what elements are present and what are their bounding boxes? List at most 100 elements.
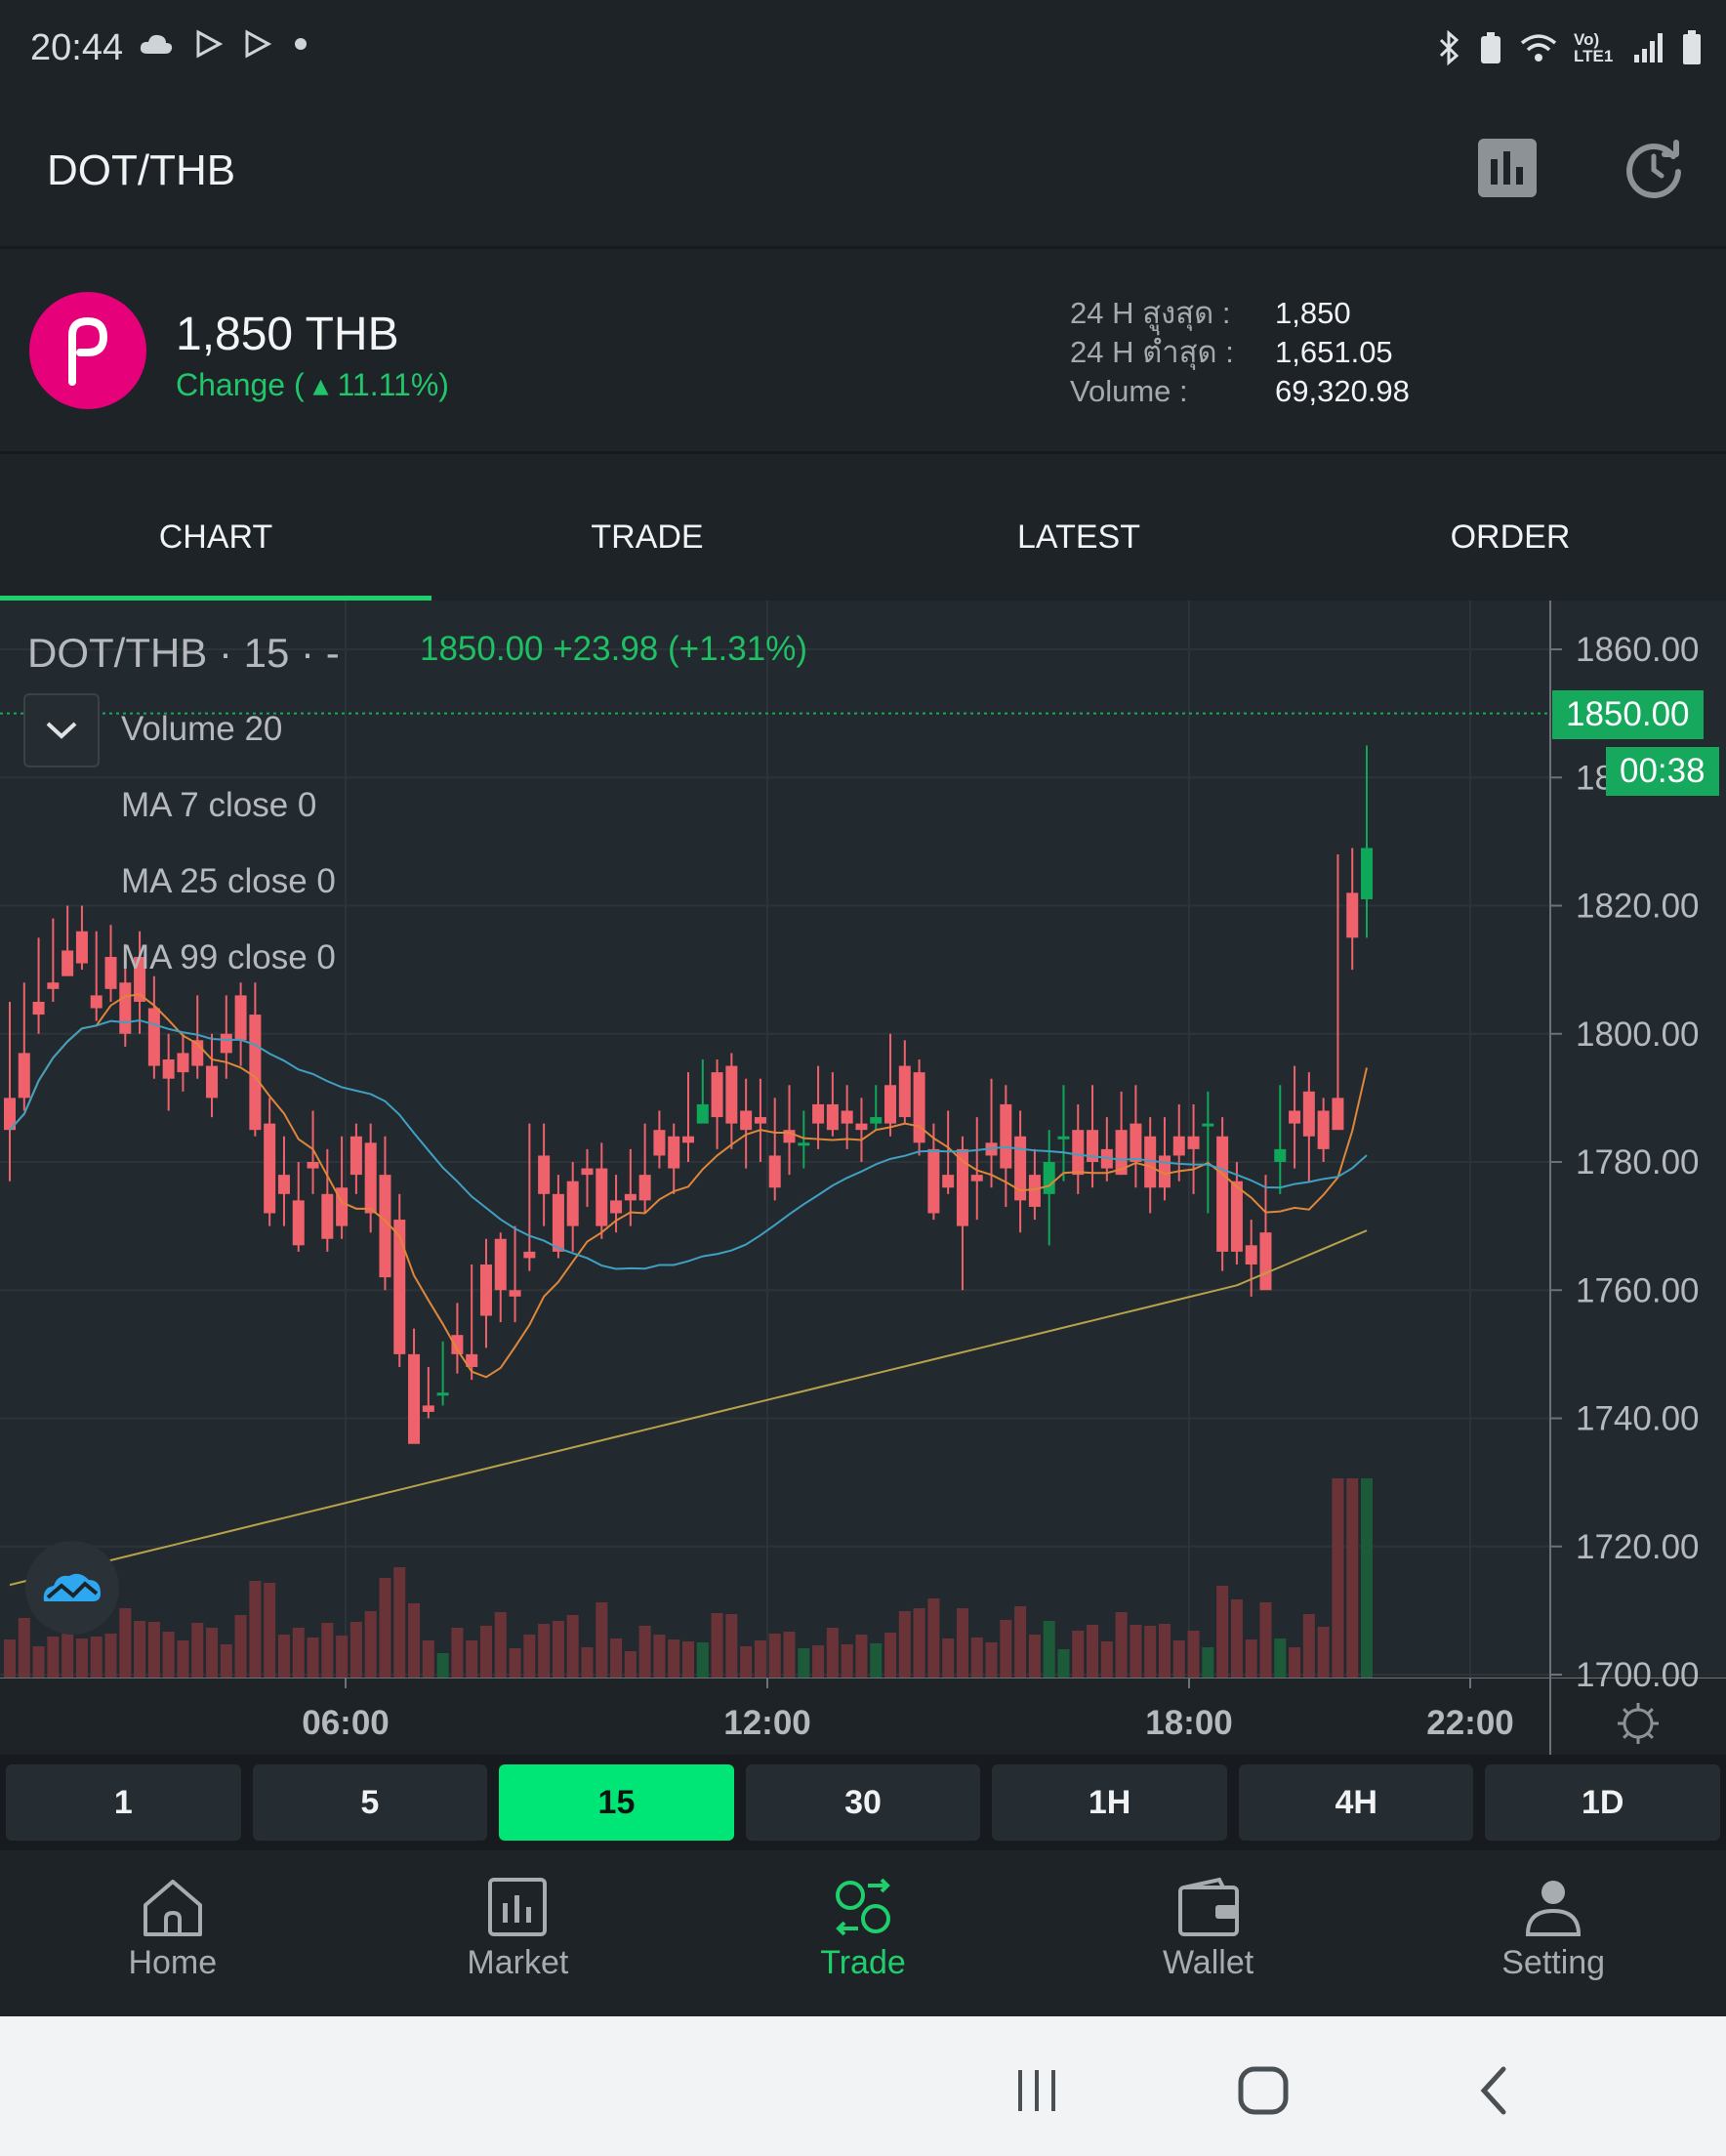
candle-body (1072, 1130, 1085, 1176)
volume-bar (870, 1643, 883, 1679)
indicator-ma99[interactable]: MA 99 close 0 (121, 938, 336, 977)
candle-body (307, 1162, 319, 1169)
candle-body (349, 1136, 362, 1176)
nav-trade[interactable]: Trade (690, 1850, 1036, 2016)
candle-body (638, 1175, 651, 1201)
candle-body (1302, 1091, 1315, 1137)
recents-button[interactable] (1007, 2061, 1066, 2120)
indicator-volume[interactable]: Volume 20 (121, 710, 282, 749)
volume-bar (162, 1632, 175, 1679)
candle-body (898, 1065, 911, 1118)
tab-trade[interactable]: TRADE (432, 454, 863, 601)
volume-bar (1202, 1647, 1214, 1679)
candle-body (725, 1065, 738, 1124)
chart-toggle-button[interactable] (1476, 137, 1539, 199)
volume-bar (812, 1645, 825, 1679)
y-tick-label: 1800.00 (1576, 1016, 1700, 1054)
candle-body (32, 1001, 45, 1016)
stat-value: 1,651.05 (1275, 335, 1393, 369)
tradingview-logo-button[interactable] (25, 1541, 119, 1635)
stat-value: 69,320.98 (1275, 374, 1410, 408)
volume-bar (783, 1632, 796, 1679)
volume-bar (509, 1648, 521, 1679)
volume-bar (4, 1639, 16, 1679)
interval-5m-button[interactable]: 5 (252, 1764, 488, 1841)
y-tick-label: 1820.00 (1576, 888, 1700, 926)
candle-body (841, 1110, 853, 1124)
indicator-ma7[interactable]: MA 7 close 0 (121, 786, 316, 825)
x-tick-label: 22:00 (1426, 1704, 1514, 1742)
x-tick-label: 06:00 (302, 1704, 390, 1742)
interval-1h-button[interactable]: 1H (992, 1764, 1227, 1841)
trade-icon (835, 1878, 890, 1936)
volume-bar (379, 1578, 391, 1679)
nav-label: Market (467, 1944, 569, 1981)
volume-bar (1043, 1621, 1055, 1679)
volume-bar (336, 1636, 349, 1679)
price-chart[interactable]: 1860.001840.001820.001800.001780.001760.… (0, 601, 1726, 1755)
candle-body (768, 1155, 781, 1188)
volume-bar (234, 1615, 247, 1679)
y-tick-label: 1700.00 (1576, 1656, 1700, 1694)
nav-wallet[interactable]: Wallet (1036, 1850, 1381, 2016)
candle-body (249, 1015, 262, 1131)
candle-body (206, 1065, 219, 1099)
legend-collapse-button[interactable] (23, 693, 100, 767)
candle-body (408, 1353, 421, 1444)
nav-setting[interactable]: Setting (1380, 1850, 1726, 2016)
ticker-panel: 1,850 THB Change ( ▴ 11.11%) 24 H สูงสุด… (0, 249, 1726, 454)
candle-body (62, 950, 74, 976)
tab-latest[interactable]: LATEST (863, 454, 1294, 601)
candle-body (1057, 1136, 1070, 1140)
candle-body (913, 1072, 925, 1143)
stat-label: Volume : (1070, 374, 1188, 408)
interval-1d-button[interactable]: 1D (1485, 1764, 1721, 1841)
nav-market[interactable]: Market (346, 1850, 691, 2016)
volume-bar (898, 1611, 911, 1679)
candle-body (942, 1175, 955, 1188)
back-icon (1480, 2066, 1506, 2115)
volume-bar (754, 1640, 766, 1679)
volume-bar (1302, 1614, 1315, 1679)
candle-body (119, 982, 132, 1034)
candle-body (1202, 1123, 1214, 1127)
volume-bar (1130, 1625, 1142, 1679)
back-button[interactable] (1464, 2061, 1523, 2120)
candle-body (1274, 1148, 1287, 1162)
candlestick-chart[interactable]: 1860.001840.001820.001800.001780.001760.… (0, 601, 1726, 1755)
candle-body (711, 1072, 723, 1118)
candle-body (1028, 1175, 1041, 1207)
candle-body (1346, 892, 1359, 938)
volume-bar (134, 1621, 146, 1679)
market-icon (488, 1878, 548, 1936)
volume-bar (711, 1613, 723, 1679)
stat-row-volume: Volume : 69,320.98 (1070, 372, 1410, 411)
interval-4h-button[interactable]: 4H (1238, 1764, 1474, 1841)
interval-30m-button[interactable]: 30 (745, 1764, 981, 1841)
candle-body (277, 1175, 290, 1194)
candle-body (927, 1148, 940, 1214)
volume-bar (552, 1621, 564, 1679)
candle-body (18, 1053, 30, 1099)
y-tick-label: 1860.00 (1576, 631, 1700, 669)
tab-order[interactable]: ORDER (1294, 454, 1726, 601)
volume-bar (581, 1647, 594, 1679)
volume-bar (249, 1581, 262, 1679)
candle-body (436, 1392, 449, 1396)
interval-15m-button[interactable]: 15 (499, 1764, 734, 1841)
volume-bar (1115, 1612, 1128, 1679)
indicator-ma25[interactable]: MA 25 close 0 (121, 862, 336, 901)
volume-bar (408, 1603, 421, 1679)
page-title: DOT/THB (47, 146, 236, 194)
candle-body (653, 1130, 666, 1156)
volume-bar (436, 1653, 449, 1679)
home-system-button[interactable] (1235, 2061, 1294, 2120)
current-price: 1,850 THB (176, 309, 399, 360)
refresh-button[interactable] (1623, 137, 1685, 199)
volume-bar (62, 1634, 74, 1679)
nav-label: Trade (820, 1944, 906, 1981)
nav-home[interactable]: Home (0, 1850, 346, 2016)
interval-1m-button[interactable]: 1 (6, 1764, 241, 1841)
tab-chart[interactable]: CHART (0, 454, 432, 601)
candle-body (104, 957, 117, 989)
